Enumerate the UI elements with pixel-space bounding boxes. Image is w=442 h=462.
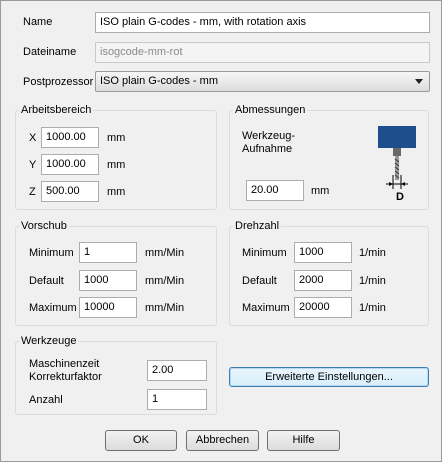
advanced-settings-button[interactable]: Erweiterte Einstellungen... <box>229 367 429 387</box>
speed-min-unit: 1/min <box>359 247 386 259</box>
feed-max-input[interactable]: 10000 <box>79 297 137 318</box>
cancel-button[interactable]: Abbrechen <box>186 430 259 451</box>
filename-input: isogcode-mm-rot <box>95 42 430 63</box>
postprocessor-label: Postprozessor <box>23 76 94 88</box>
machine-settings-dialog: Name ISO plain G-codes - mm, with rotati… <box>0 0 442 462</box>
dimensions-title: Abmessungen <box>233 103 308 117</box>
speed-min-label: Minimum <box>242 247 287 259</box>
z-label: Z <box>29 186 36 198</box>
speed-default-input[interactable]: 2000 <box>294 270 352 291</box>
speed-max-input[interactable]: 20000 <box>294 297 352 318</box>
feed-max-unit: mm/Min <box>145 302 185 314</box>
tool-count-label: Anzahl <box>29 394 63 406</box>
postprocessor-select[interactable]: ISO plain G-codes - mm <box>95 71 430 92</box>
dropdown-arrow-icon <box>415 79 423 84</box>
z-unit: mm <box>107 186 126 198</box>
speed-default-unit: 1/min <box>359 275 386 287</box>
speed-min-input[interactable]: 1000 <box>294 242 352 263</box>
tool-count-input[interactable]: 1 <box>147 389 207 410</box>
filename-label: Dateiname <box>23 46 77 58</box>
y-input[interactable]: 1000.00 <box>41 154 99 175</box>
postprocessor-value: ISO plain G-codes - mm <box>100 75 218 87</box>
tool-holder-unit: mm <box>311 185 330 197</box>
tools-title: Werkzeuge <box>19 334 79 348</box>
machine-time-label-line2: Korrekturfaktor <box>29 371 102 383</box>
feed-default-label: Default <box>29 275 64 287</box>
x-label: X <box>29 132 37 144</box>
tool-holder-label-line1: Werkzeug- <box>242 130 295 142</box>
y-label: Y <box>29 159 37 171</box>
x-input[interactable]: 1000.00 <box>41 127 99 148</box>
machine-time-input[interactable]: 2.00 <box>147 360 207 381</box>
machine-time-label-line1: Maschinenzeit <box>29 358 100 370</box>
speed-max-unit: 1/min <box>359 302 386 314</box>
help-button[interactable]: Hilfe <box>267 430 340 451</box>
feed-max-label: Maximum <box>29 302 77 314</box>
z-input[interactable]: 500.00 <box>41 181 99 202</box>
speed-max-label: Maximum <box>242 302 290 314</box>
tool-holder-label-line2: Aufnahme <box>242 143 293 155</box>
feed-min-input[interactable]: 1 <box>79 242 137 263</box>
feed-title: Vorschub <box>19 219 69 233</box>
feed-default-input[interactable]: 1000 <box>79 270 137 291</box>
name-label: Name <box>23 16 53 28</box>
speed-default-label: Default <box>242 275 277 287</box>
name-input[interactable]: ISO plain G-codes - mm, with rotation ax… <box>95 12 430 33</box>
ok-button[interactable]: OK <box>105 430 177 451</box>
diameter-marker: D <box>396 191 404 203</box>
work-area-title: Arbeitsbereich <box>19 103 94 117</box>
y-unit: mm <box>107 159 126 171</box>
feed-min-label: Minimum <box>29 247 74 259</box>
tool-holder-input[interactable]: 20.00 <box>246 180 304 201</box>
x-unit: mm <box>107 132 126 144</box>
speed-title: Drehzahl <box>233 219 282 233</box>
feed-default-unit: mm/Min <box>145 275 185 287</box>
feed-min-unit: mm/Min <box>145 247 185 259</box>
